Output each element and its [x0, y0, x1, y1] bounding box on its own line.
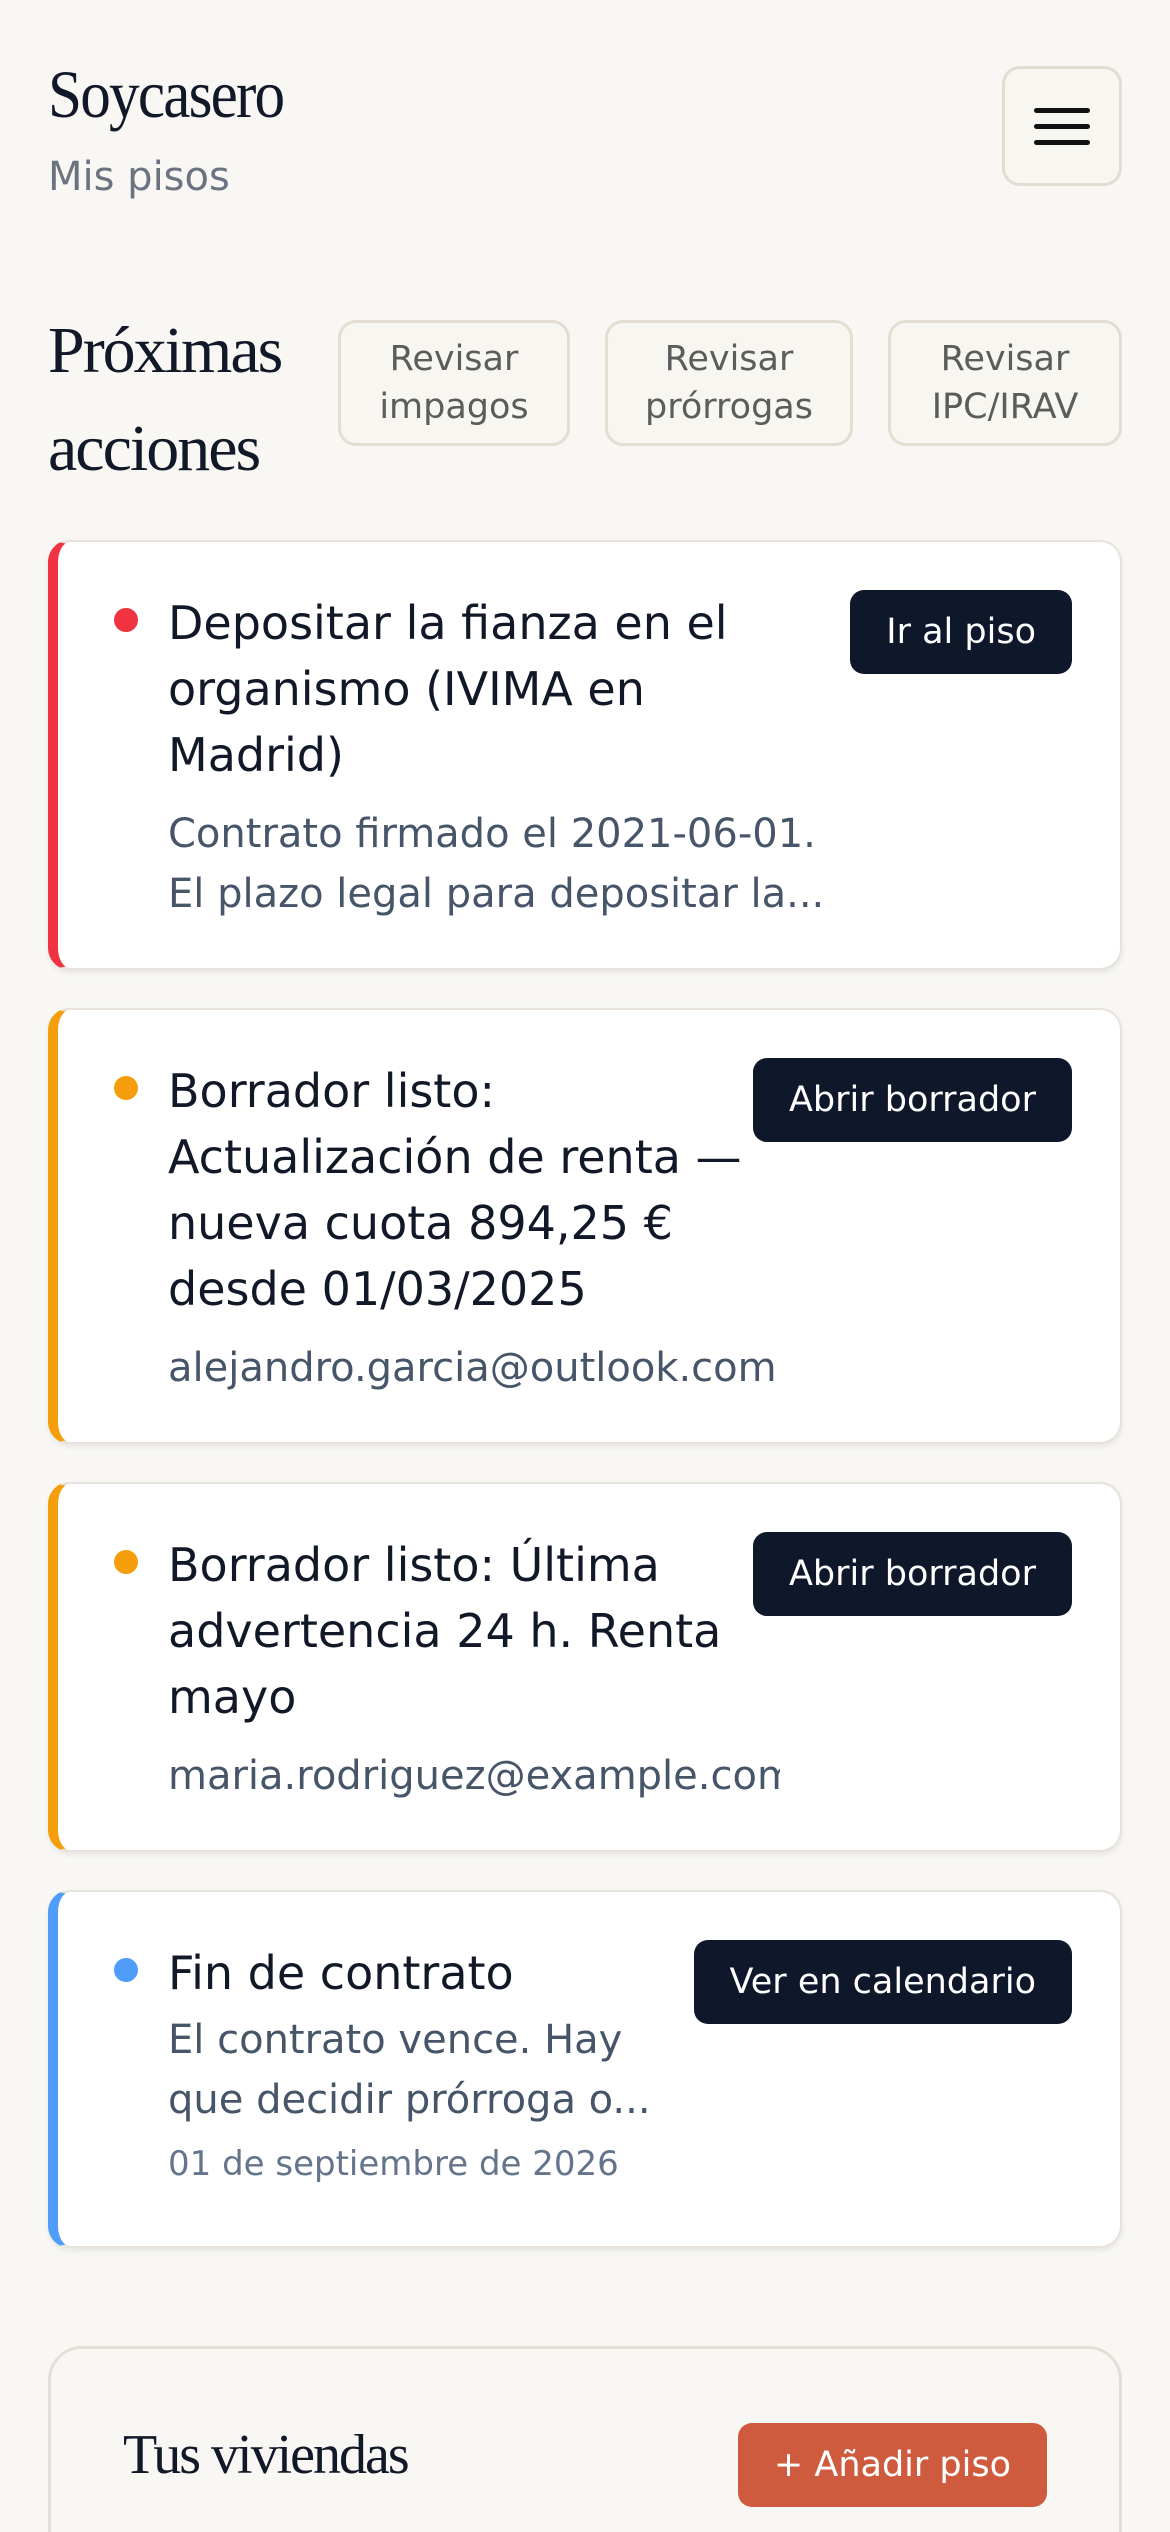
priority-dot — [114, 608, 138, 632]
card-title: Borrador listo: Última advertencia 24 h.… — [168, 1538, 722, 1724]
priority-dot — [114, 1550, 138, 1574]
hamburger-icon-line — [1034, 123, 1090, 129]
hamburger-icon-line — [1034, 107, 1090, 113]
app-screen: Soycasero Mis pisos Próximas acciones Re… — [0, 0, 1170, 2532]
hamburger-icon-line — [1034, 139, 1090, 145]
priority-dot — [114, 1958, 138, 1982]
open-draft-button[interactable]: Abrir borrador — [752, 1058, 1072, 1142]
open-draft-button[interactable]: Abrir borrador — [752, 1532, 1072, 1616]
card-description: Contrato firmado el 2021-06-01. — [168, 811, 816, 857]
homes-title: Tus viviendas — [123, 2424, 410, 2486]
card-description: El plazo legal para depositar la... — [168, 871, 825, 917]
add-flat-button[interactable]: + Añadir piso — [737, 2423, 1047, 2507]
action-card: Borrador listo: Última advertencia 24 h.… — [48, 1482, 1122, 1852]
go-to-flat-button[interactable]: Ir al piso — [850, 590, 1072, 674]
card-title: Depositar la fianza en el organismo (IVI… — [168, 596, 728, 782]
card-title: Borrador listo: Actualización de renta —… — [168, 1064, 742, 1316]
card-recipient-email: alejandro.garcia@outlook.com — [168, 1345, 777, 1391]
card-description: que decidir prórroga o... — [168, 2077, 651, 2123]
filter-prorrogas-button[interactable]: Revisar prórrogas — [605, 320, 853, 446]
filter-impagos-button[interactable]: Revisar impagos — [338, 320, 570, 446]
page-subtitle: Mis pisos — [48, 154, 230, 200]
priority-dot — [114, 1076, 138, 1100]
section-title: Próximas acciones — [48, 314, 283, 485]
card-title: Fin de contrato — [168, 1946, 514, 2000]
app-brand: Soycasero — [48, 56, 285, 132]
filter-ipc-irav-button[interactable]: Revisar IPC/IRAV — [888, 320, 1122, 446]
homes-panel: Tus viviendas + Añadir piso — [48, 2346, 1122, 2532]
action-card: Depositar la fianza en el organismo (IVI… — [48, 540, 1122, 970]
action-card: Fin de contrato El contrato vence. Hay q… — [48, 1890, 1122, 2248]
menu-button[interactable] — [1002, 66, 1122, 186]
card-description: El contrato vence. Hay — [168, 2017, 623, 2063]
view-calendar-button[interactable]: Ver en calendario — [693, 1940, 1072, 2024]
app-header: Soycasero Mis pisos — [48, 60, 1122, 200]
card-recipient-email: maria.rodriguez@example.com — [168, 1753, 780, 1799]
card-date: 01 de septiembre de 2026 — [168, 2144, 619, 2184]
action-card: Borrador listo: Actualización de renta —… — [48, 1008, 1122, 1444]
